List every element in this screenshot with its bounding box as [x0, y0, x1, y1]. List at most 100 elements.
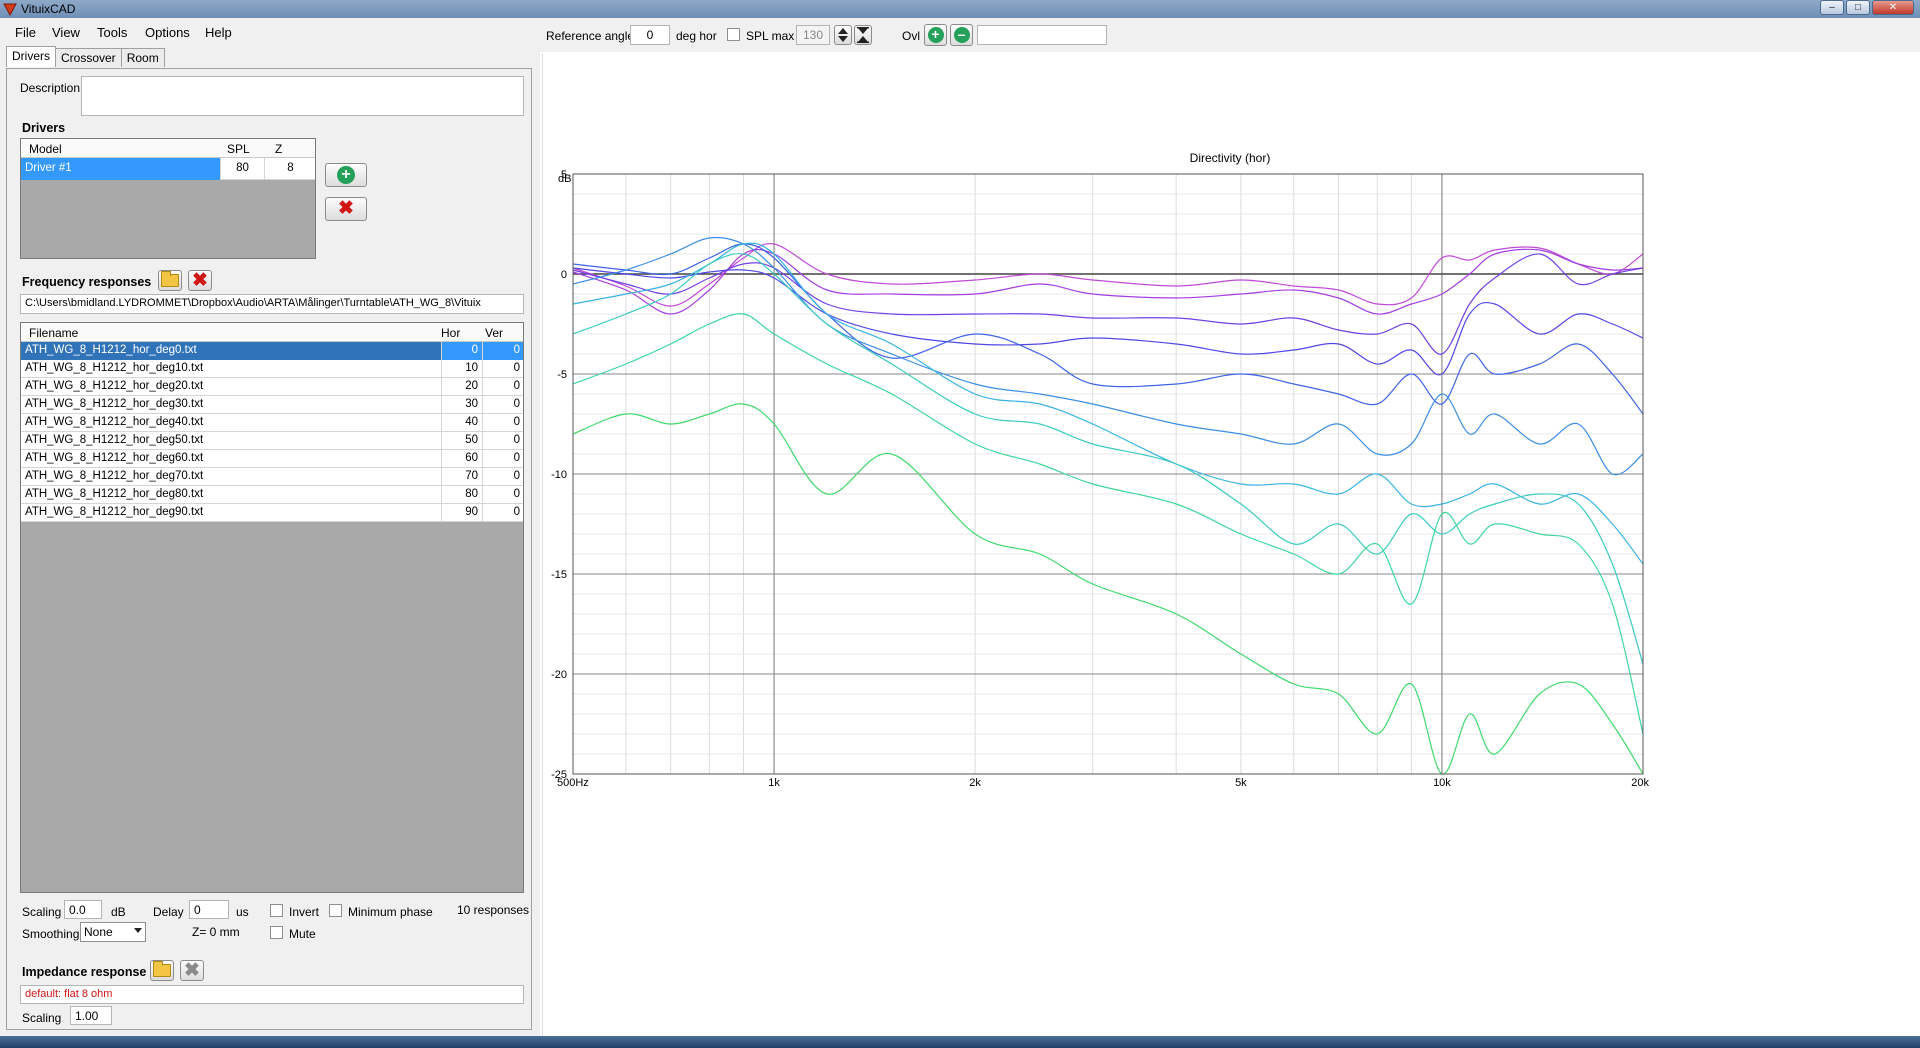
ver-cell[interactable]: 0	[483, 432, 523, 450]
filename-cell[interactable]: ATH_WG_8_H1212_hor_deg0.txt	[21, 342, 442, 360]
filename-cell[interactable]: ATH_WG_8_H1212_hor_deg20.txt	[21, 378, 442, 396]
filename-cell[interactable]: ATH_WG_8_H1212_hor_deg10.txt	[21, 360, 442, 378]
driver-z-cell[interactable]: 8	[265, 158, 315, 180]
table-row[interactable]: ATH_WG_8_H1212_hor_deg90.txt 90 0	[21, 504, 523, 522]
table-row[interactable]: ATH_WG_8_H1212_hor_deg80.txt 80 0	[21, 486, 523, 504]
table-row[interactable]: ATH_WG_8_H1212_hor_deg0.txt 0 0	[21, 342, 523, 360]
spl-max-checkbox[interactable]	[727, 28, 740, 41]
mute-checkbox[interactable]	[270, 926, 283, 939]
table-row[interactable]: ATH_WG_8_H1212_hor_deg70.txt 70 0	[21, 468, 523, 486]
add-driver-button[interactable]: +	[325, 163, 367, 187]
driver-model-cell[interactable]: Driver #1	[21, 158, 221, 180]
tab-room[interactable]: Room	[120, 48, 165, 67]
x-tick-label: 2k	[969, 777, 981, 789]
table-row[interactable]: ATH_WG_8_H1212_hor_deg50.txt 50 0	[21, 432, 523, 450]
overlay-remove-button[interactable]: –	[950, 24, 973, 46]
menu-file[interactable]: File	[15, 25, 36, 40]
menu-options[interactable]: Options	[145, 25, 190, 40]
tab-drivers[interactable]: Drivers	[6, 46, 56, 67]
smoothing-dropdown[interactable]: None	[80, 922, 146, 942]
hor-cell[interactable]: 60	[442, 450, 483, 468]
directivity-chart[interactable]: Directivity (hor) 50-5-10-15-20-25500Hz 1…	[543, 54, 1917, 1036]
axis-labels: 50-5-10-15-20-25500Hz 1k 2k 5k 10k 20k	[551, 169, 1649, 789]
menu-view[interactable]: View	[52, 25, 80, 40]
hor-cell[interactable]: 70	[442, 468, 483, 486]
fit-arrows-icon	[857, 27, 869, 43]
spl-max-field[interactable]: 130	[796, 25, 830, 45]
ver-cell[interactable]: 0	[483, 486, 523, 504]
filename-cell[interactable]: ATH_WG_8_H1212_hor_deg60.txt	[21, 450, 442, 468]
tab-crossover[interactable]: Crossover	[55, 48, 122, 67]
menu-tools[interactable]: Tools	[97, 25, 127, 40]
spl-fit-button[interactable]	[854, 25, 872, 45]
overlay-field[interactable]	[977, 25, 1107, 45]
ver-cell[interactable]: 0	[483, 450, 523, 468]
hor-cell[interactable]: 20	[442, 378, 483, 396]
chart-title: Directivity (hor)	[1190, 151, 1271, 165]
freq-path-field[interactable]: C:\Users\bmidland.LYDROMMET\Dropbox\Audi…	[20, 294, 524, 314]
maximize-button[interactable]: □	[1846, 0, 1870, 15]
impedance-scaling-field[interactable]: 1.00	[70, 1006, 112, 1025]
impedance-response-heading: Impedance response	[22, 965, 147, 979]
table-row[interactable]: ATH_WG_8_H1212_hor_deg30.txt 30 0	[21, 396, 523, 414]
hor-cell[interactable]: 50	[442, 432, 483, 450]
series-line	[572, 313, 1644, 735]
ver-cell[interactable]: 0	[483, 504, 523, 522]
reference-angle-field[interactable]: 0	[630, 25, 670, 45]
y-tick-label: 0	[561, 269, 567, 281]
mute-label: Mute	[289, 927, 316, 941]
hor-cell[interactable]: 90	[442, 504, 483, 522]
y-tick-label: -5	[557, 369, 567, 381]
table-row[interactable]: ATH_WG_8_H1212_hor_deg60.txt 60 0	[21, 450, 523, 468]
hor-cell[interactable]: 40	[442, 414, 483, 432]
column-filename: Filename	[29, 326, 79, 340]
ver-cell[interactable]: 0	[483, 468, 523, 486]
filename-cell[interactable]: ATH_WG_8_H1212_hor_deg30.txt	[21, 396, 442, 414]
delete-icon: ✖	[338, 198, 354, 219]
up-down-arrows-icon	[838, 28, 848, 42]
filename-cell[interactable]: ATH_WG_8_H1212_hor_deg50.txt	[21, 432, 442, 450]
ver-cell[interactable]: 0	[483, 360, 523, 378]
filename-cell[interactable]: ATH_WG_8_H1212_hor_deg90.txt	[21, 504, 442, 522]
delay-label: Delay	[153, 905, 184, 919]
scaling-field[interactable]: 0.0	[64, 900, 102, 919]
clear-freq-button[interactable]: ✖	[188, 270, 212, 291]
right-panel: Reference angle 0 deg hor SPL max 130 Ov…	[540, 20, 1920, 1036]
overlay-add-button[interactable]: +	[924, 24, 947, 46]
ver-cell[interactable]: 0	[483, 414, 523, 432]
x-tick-label: 10k	[1433, 777, 1451, 789]
table-row[interactable]: ATH_WG_8_H1212_hor_deg40.txt 40 0	[21, 414, 523, 432]
clear-impedance-button[interactable]: ✖	[180, 960, 204, 981]
spl-up-down-button[interactable]	[834, 25, 852, 45]
table-row[interactable]: Driver #1 80 8	[21, 158, 315, 180]
close-window-button[interactable]: ✕	[1872, 0, 1914, 15]
minimize-button[interactable]: –	[1820, 0, 1844, 15]
table-row[interactable]: ATH_WG_8_H1212_hor_deg20.txt 20 0	[21, 378, 523, 396]
invert-checkbox[interactable]	[270, 904, 283, 917]
ver-cell[interactable]: 0	[483, 396, 523, 414]
delay-field[interactable]: 0	[189, 900, 229, 919]
driver-spl-cell[interactable]: 80	[221, 158, 265, 180]
hor-cell[interactable]: 0	[442, 342, 483, 360]
hor-cell[interactable]: 30	[442, 396, 483, 414]
ver-cell[interactable]: 0	[483, 342, 523, 360]
column-model: Model	[29, 142, 62, 156]
table-row[interactable]: ATH_WG_8_H1212_hor_deg10.txt 10 0	[21, 360, 523, 378]
filename-cell[interactable]: ATH_WG_8_H1212_hor_deg40.txt	[21, 414, 442, 432]
y-tick-label: -15	[551, 569, 567, 581]
open-freq-folder-button[interactable]	[158, 270, 182, 291]
impedance-file-field[interactable]: default: flat 8 ohm	[20, 985, 524, 1004]
hor-cell[interactable]: 10	[442, 360, 483, 378]
smoothing-label: Smoothing	[22, 927, 80, 941]
plot-area[interactable]: Directivity (hor) 5 0 -5 -10 -15 -20 -25 500Hz 1…	[542, 54, 1918, 1036]
remove-driver-button[interactable]: ✖	[325, 197, 367, 221]
open-impedance-folder-button[interactable]	[150, 960, 174, 981]
filename-cell[interactable]: ATH_WG_8_H1212_hor_deg80.txt	[21, 486, 442, 504]
hor-cell[interactable]: 80	[442, 486, 483, 504]
description-field[interactable]	[81, 76, 524, 116]
filename-cell[interactable]: ATH_WG_8_H1212_hor_deg70.txt	[21, 468, 442, 486]
frequency-responses-table: Filename Hor Ver ATH_WG_8_H1212_hor_deg0…	[20, 322, 524, 893]
minimum-phase-checkbox[interactable]	[329, 904, 342, 917]
ver-cell[interactable]: 0	[483, 378, 523, 396]
menu-help[interactable]: Help	[205, 25, 232, 40]
